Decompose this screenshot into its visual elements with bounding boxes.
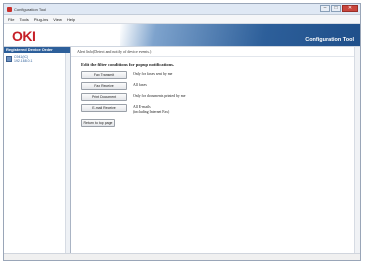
device-item[interactable]: C941(IC) 192.168.0.1: [4, 53, 70, 65]
minimize-button[interactable]: –: [320, 5, 330, 12]
menu-bar: File Tools Plug-ins View Help: [4, 15, 360, 24]
close-button[interactable]: ✕: [342, 5, 358, 12]
window-title: Configuration Tool: [14, 6, 47, 12]
fax-transmit-button[interactable]: Fax Transmit: [81, 71, 127, 79]
filter-description: All E-mails (including Internet Fax): [133, 105, 170, 114]
menu-help[interactable]: Help: [67, 17, 75, 22]
filter-row: Print Document Only for documents printe…: [81, 93, 360, 101]
filter-description: All faxes: [133, 83, 147, 87]
print-document-button[interactable]: Print Document: [81, 93, 127, 101]
sidebar-scrollbar[interactable]: [65, 53, 70, 254]
filter-row: E-mail Receive All E-mails (including In…: [81, 104, 360, 114]
filter-list: Fax Transmit Only for faxes sent by me F…: [81, 71, 360, 114]
menu-view[interactable]: View: [53, 17, 62, 22]
filter-row: Fax Transmit Only for faxes sent by me: [81, 71, 360, 79]
return-to-top-button[interactable]: Return to top page: [81, 119, 115, 127]
title-bar: Configuration Tool – □ ✕: [4, 4, 360, 15]
menu-tools[interactable]: Tools: [19, 17, 28, 22]
content-area: Registered Device Order C941(IC) 192.168…: [4, 47, 360, 254]
window-controls: – □ ✕: [320, 5, 358, 12]
fax-receive-button[interactable]: Fax Receive: [81, 82, 127, 90]
oki-logo: OKI: [12, 28, 36, 44]
main-panel: Alert Info(Detect and notify of device e…: [71, 47, 360, 254]
device-sidebar: Registered Device Order C941(IC) 192.168…: [4, 47, 71, 254]
app-window: Configuration Tool – □ ✕ File Tools Plug…: [3, 3, 361, 261]
menu-plugins[interactable]: Plug-ins: [34, 17, 48, 22]
device-label: C941(IC) 192.168.0.1: [14, 55, 33, 63]
page-heading: Edit the filter conditions for popup not…: [81, 62, 174, 67]
app-title: Configuration Tool: [305, 37, 354, 43]
printer-icon: [6, 56, 12, 62]
filter-row: Fax Receive All faxes: [81, 82, 360, 90]
main-scrollbar[interactable]: [354, 47, 360, 254]
filter-description: Only for faxes sent by me: [133, 72, 173, 76]
brand-header: OKI Configuration Tool: [4, 24, 360, 47]
email-receive-button[interactable]: E-mail Receive: [81, 104, 127, 112]
device-ip: 192.168.0.1: [14, 59, 33, 63]
menu-file[interactable]: File: [8, 17, 14, 22]
filter-description: Only for documents printed by me: [133, 94, 186, 98]
status-bar: [4, 253, 360, 260]
breadcrumb: Alert Info(Detect and notify of device e…: [71, 47, 360, 57]
maximize-button[interactable]: □: [331, 5, 341, 12]
app-icon: [7, 6, 12, 12]
